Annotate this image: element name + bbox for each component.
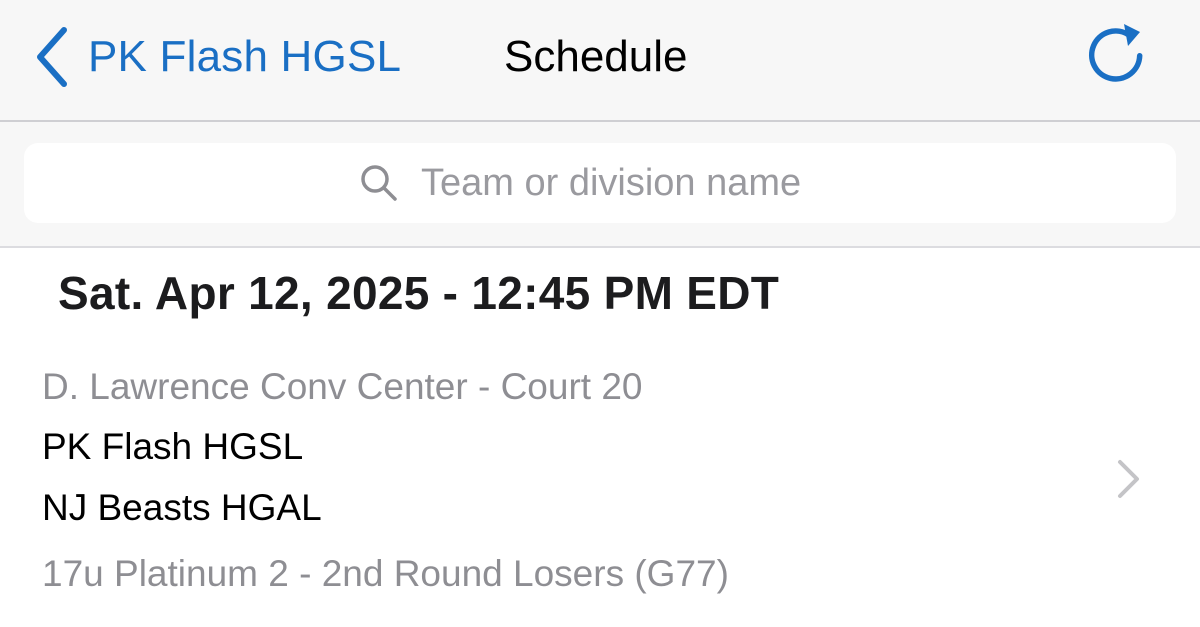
refresh-icon <box>1088 24 1143 82</box>
date-section-header: Sat. Apr 12, 2025 - 12:45 PM EDT <box>58 267 780 319</box>
game-venue: D. Lawrence Conv Center - Court 20 <box>42 366 643 407</box>
search-field[interactable] <box>24 143 1176 223</box>
back-button[interactable]: PK Flash HGSL <box>34 22 401 92</box>
search-bar-container <box>0 122 1200 248</box>
chevron-left-icon <box>37 27 67 87</box>
navigation-bar: PK Flash HGSL Schedule <box>0 0 1200 122</box>
page-title: Schedule <box>504 32 688 81</box>
schedule-list: Sat. Apr 12, 2025 - 12:45 PM EDT D. Lawr… <box>0 248 1200 627</box>
game-team-2: NJ Beasts HGAL <box>42 487 322 528</box>
search-icon <box>361 165 397 201</box>
search-input[interactable] <box>421 161 841 205</box>
refresh-button[interactable] <box>1084 22 1148 86</box>
back-button-label: PK Flash HGSL <box>88 32 402 81</box>
game-division: 17u Platinum 2 - 2nd Round Losers (G77) <box>42 553 729 594</box>
game-row[interactable]: D. Lawrence Conv Center - Court 20 PK Fl… <box>0 358 1200 608</box>
chevron-right-icon <box>1118 460 1139 498</box>
game-team-1: PK Flash HGSL <box>42 426 304 467</box>
